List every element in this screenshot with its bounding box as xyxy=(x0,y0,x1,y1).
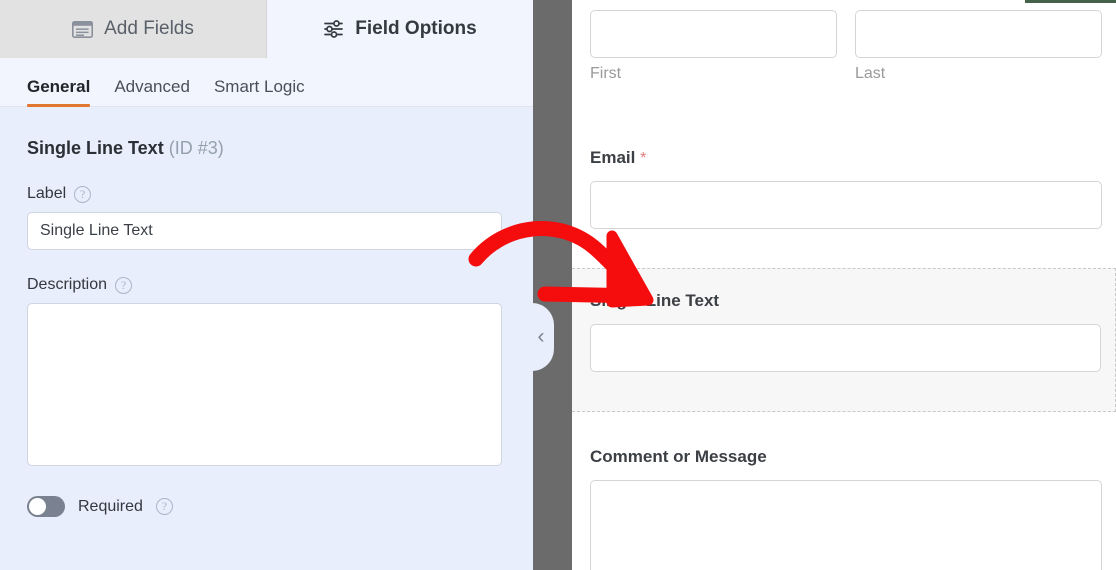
description-setting-caption: Description ? xyxy=(27,276,506,294)
preview-name-first: First xyxy=(590,10,837,83)
tab-field-options[interactable]: Field Options xyxy=(267,0,533,58)
preview-name-last: Last xyxy=(855,10,1102,83)
single-line-text-label: Single Line Text xyxy=(590,291,720,310)
tab-add-fields[interactable]: Add Fields xyxy=(0,0,267,58)
comment-label: Comment or Message xyxy=(590,447,767,466)
subtab-smart-logic[interactable]: Smart Logic xyxy=(214,77,305,106)
email-label: Email * xyxy=(590,148,1102,168)
tab-field-options-label: Field Options xyxy=(355,18,477,39)
field-settings-body: Single Line Text (ID #3) Label ? Descrip… xyxy=(0,107,533,570)
preview-name-field[interactable]: First Last xyxy=(590,10,1102,83)
panel-divider[interactable] xyxy=(532,0,572,570)
subtab-advanced-label: Advanced xyxy=(114,77,190,96)
help-icon[interactable]: ? xyxy=(155,498,173,515)
first-name-sublabel: First xyxy=(590,65,622,82)
description-setting-text: Description xyxy=(27,276,108,293)
collapse-panel-chevron-left-icon[interactable]: ‹ xyxy=(531,324,551,350)
field-options-panel: Add Fields Field Options General Advance… xyxy=(0,0,533,570)
help-icon[interactable]: ? xyxy=(115,276,133,294)
label-input[interactable] xyxy=(27,212,502,250)
label-setting-text: Label xyxy=(27,185,67,202)
preview-single-line-text-inner: Single Line Text xyxy=(572,269,1115,372)
field-heading-name: Single Line Text xyxy=(27,138,164,158)
field-heading-id: (ID #3) xyxy=(168,138,224,158)
top-accent-bar xyxy=(1025,0,1116,3)
required-setting-label: Required xyxy=(78,497,143,515)
form-preview-panel: First Last Email * Single Line Text Comm xyxy=(572,0,1116,570)
required-asterisk: * xyxy=(640,150,647,167)
single-line-text-input[interactable] xyxy=(590,324,1101,372)
label-setting-caption: Label ? xyxy=(27,185,506,203)
field-heading: Single Line Text (ID #3) xyxy=(27,138,506,159)
subtab-advanced[interactable]: Advanced xyxy=(114,77,190,106)
tab-add-fields-label: Add Fields xyxy=(104,18,194,39)
email-input[interactable] xyxy=(590,181,1102,229)
help-icon[interactable]: ? xyxy=(74,185,92,203)
form-list-icon xyxy=(72,20,94,38)
required-toggle-knob xyxy=(29,498,46,515)
preview-email-field[interactable]: Email * xyxy=(590,148,1102,229)
field-options-subtab-bar: General Advanced Smart Logic xyxy=(0,58,533,107)
sliders-icon xyxy=(323,20,344,38)
required-toggle[interactable] xyxy=(27,496,65,517)
last-name-sublabel: Last xyxy=(855,65,886,82)
last-name-input[interactable] xyxy=(855,10,1102,58)
required-setting-row: Required ? xyxy=(27,496,506,517)
subtab-general[interactable]: General xyxy=(27,77,91,107)
subtab-general-label: General xyxy=(27,77,91,96)
subtab-smart-logic-label: Smart Logic xyxy=(213,77,305,96)
panel-tab-bar: Add Fields Field Options xyxy=(0,0,533,58)
preview-single-line-text-field[interactable]: Single Line Text xyxy=(572,268,1116,412)
wpforms-builder-screen: Add Fields Field Options General Advance… xyxy=(0,0,1116,570)
comment-textarea[interactable] xyxy=(590,480,1102,570)
preview-comment-field[interactable]: Comment or Message xyxy=(590,447,1102,570)
description-textarea[interactable] xyxy=(27,303,502,466)
email-label-text: Email xyxy=(590,148,636,167)
first-name-input[interactable] xyxy=(590,10,837,58)
